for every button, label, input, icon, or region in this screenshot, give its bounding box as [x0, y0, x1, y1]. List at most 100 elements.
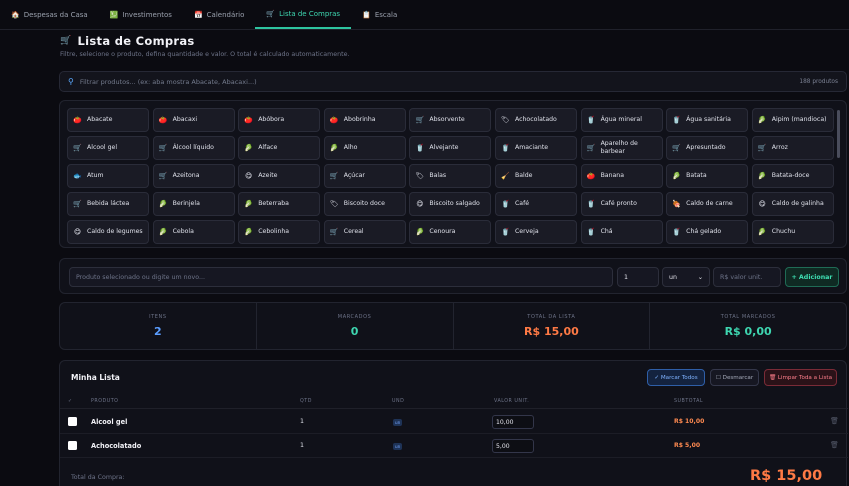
- product-icon: 🛒: [329, 172, 339, 180]
- product-icon: 🍅: [329, 116, 339, 124]
- product-button[interactable]: 🏷 Achocolatado: [494, 108, 577, 132]
- product-button[interactable]: 🍖 Caldo de carne: [666, 192, 749, 216]
- product-button[interactable]: 😋 Azeite: [238, 164, 321, 188]
- product-button[interactable]: 🧹 Balde: [494, 164, 577, 188]
- product-button[interactable]: 🛒 Absorvente: [409, 108, 492, 132]
- product-button[interactable]: 🛒 Azeitona: [152, 164, 235, 188]
- product-button[interactable]: 🏷 Biscoito doce: [323, 192, 406, 216]
- product-button[interactable]: 🐟 Atum: [67, 164, 149, 188]
- product-button[interactable]: 🛒 Açúcar: [323, 164, 406, 188]
- product-button[interactable]: 🥬 Chuchu: [751, 220, 834, 244]
- product-label: Berinjela: [172, 200, 200, 208]
- product-icon: 🥬: [158, 200, 168, 208]
- product-icon: 🏷: [329, 200, 339, 208]
- product-button[interactable]: 🥤 Amaciante: [494, 136, 577, 160]
- add-item-button[interactable]: + Adicionar: [785, 267, 839, 287]
- row-subtotal: R$ 5,00: [674, 442, 701, 449]
- product-button[interactable]: 🛒 Apresuntado: [666, 136, 749, 160]
- tab-lista-de-compras[interactable]: 🛒 Lista de Compras: [255, 0, 352, 29]
- product-button[interactable]: 🥬 Aipim (mandioca): [751, 108, 834, 132]
- row-checkbox[interactable]: [68, 441, 77, 450]
- product-label: Álcool líquido: [172, 144, 214, 152]
- product-button[interactable]: 🍅 Banana: [580, 164, 663, 188]
- calendar-icon: 📅: [193, 10, 203, 19]
- product-name-input[interactable]: [69, 267, 613, 287]
- product-label: Cenoura: [429, 228, 456, 236]
- product-icon: 🥤: [501, 200, 510, 208]
- unmark-all-button[interactable]: ☐ Desmarcar: [710, 369, 759, 386]
- tab-label: Escala: [374, 10, 398, 19]
- product-button[interactable]: 😋 Biscoito salgado: [409, 192, 492, 216]
- product-button[interactable]: 🥬 Berinjela: [152, 192, 235, 216]
- add-item-form: un ⌄ + Adicionar: [59, 258, 847, 294]
- mark-all-button[interactable]: ✓ Marcar Todos: [647, 369, 705, 386]
- product-label: Azeitona: [172, 172, 200, 180]
- product-button[interactable]: 😋 Caldo de galinha: [751, 192, 834, 216]
- clear-list-button[interactable]: 🗑 Limpar Toda a Lista: [764, 369, 837, 386]
- product-button[interactable]: 🍅 Abobrinha: [323, 108, 406, 132]
- product-label: Balas: [429, 172, 447, 180]
- row-checkbox[interactable]: [68, 417, 77, 426]
- product-label: Abacaxi: [172, 116, 198, 124]
- product-button[interactable]: 🥬 Cebolinha: [238, 220, 321, 244]
- product-button[interactable]: 🥤 Café: [494, 192, 577, 216]
- product-label: Balde: [514, 172, 533, 180]
- tab-calendario[interactable]: 📅 Calendário: [183, 0, 255, 29]
- unit-price-input[interactable]: [713, 267, 781, 287]
- product-button[interactable]: 🥤 Chá gelado: [666, 220, 749, 244]
- product-button[interactable]: 🍅 Abacaxi: [152, 108, 235, 132]
- product-button[interactable]: 🥤 Água sanitária: [666, 108, 749, 132]
- product-button[interactable]: 🛒 Alcool gel: [67, 136, 149, 160]
- product-button[interactable]: 🥬 Beterraba: [238, 192, 321, 216]
- product-button[interactable]: 🛒 Aparelho de barbear: [580, 136, 663, 160]
- quantity-input[interactable]: [617, 267, 659, 287]
- product-button[interactable]: 🛒 Cereal: [323, 220, 406, 244]
- trash-icon[interactable]: 🗑: [830, 441, 839, 449]
- product-icon: 🍅: [244, 116, 254, 124]
- product-button[interactable]: 🥬 Batata: [666, 164, 749, 188]
- product-icon: 🥬: [672, 172, 682, 180]
- product-button[interactable]: 🍅 Abóbora: [238, 108, 321, 132]
- product-button[interactable]: 🥬 Cebola: [152, 220, 235, 244]
- tab-despesas[interactable]: 🏠 Despesas da Casa: [0, 0, 99, 29]
- product-search-input[interactable]: [79, 77, 800, 86]
- trash-icon[interactable]: 🗑: [830, 417, 839, 425]
- unit-select[interactable]: un ⌄: [662, 267, 710, 287]
- product-button[interactable]: 🛒 Álcool líquido: [152, 136, 235, 160]
- product-label: Água mineral: [600, 116, 642, 124]
- tab-label: Lista de Compras: [279, 9, 341, 18]
- page-title-text: Lista de Compras: [77, 34, 195, 48]
- product-icon: 🛒: [329, 228, 339, 236]
- chevron-down-icon: ⌄: [697, 273, 703, 281]
- product-icon: 🛒: [415, 116, 425, 124]
- shopping-list-panel: Minha Lista ✓ Marcar Todos ☐ Desmarcar 🗑…: [59, 360, 848, 486]
- product-button[interactable]: 🛒 Arroz: [751, 136, 834, 160]
- product-button[interactable]: 🥬 Alho: [323, 136, 406, 160]
- row-price-input[interactable]: [492, 439, 534, 453]
- grid-scrollbar[interactable]: [837, 110, 840, 158]
- col-unit: UND: [392, 399, 405, 404]
- product-icon: 🏷: [501, 116, 510, 124]
- product-button[interactable]: 🥬 Alface: [238, 136, 321, 160]
- product-button[interactable]: 🍅 Abacate: [67, 108, 149, 132]
- row-qty: 1: [300, 442, 305, 449]
- product-button[interactable]: 🥤 Alvejante: [409, 136, 492, 160]
- product-label: Chá: [600, 228, 613, 236]
- product-button[interactable]: 🛒 Bebida láctea: [67, 192, 149, 216]
- tab-escala[interactable]: 📋 Escala: [351, 0, 408, 29]
- product-label: Alcool gel: [87, 144, 118, 152]
- product-button[interactable]: 🥤 Chá: [580, 220, 663, 244]
- product-button[interactable]: 🥬 Batata-doce: [751, 164, 834, 188]
- product-button[interactable]: 🥤 Cerveja: [494, 220, 577, 244]
- product-button[interactable]: 🥤 Café pronto: [580, 192, 663, 216]
- list-title: Minha Lista: [71, 373, 120, 382]
- tab-investimentos[interactable]: 💹 Investimentos: [99, 0, 183, 29]
- product-button[interactable]: 🏷 Balas: [409, 164, 492, 188]
- product-icon: 🥬: [244, 144, 254, 152]
- product-label: Abóbora: [258, 116, 285, 124]
- product-button[interactable]: 🥤 Água mineral: [580, 108, 663, 132]
- product-label: Cebola: [172, 228, 194, 236]
- product-button[interactable]: 😋 Caldo de legumes: [67, 220, 149, 244]
- row-price-input[interactable]: [492, 415, 534, 429]
- product-button[interactable]: 🥬 Cenoura: [409, 220, 492, 244]
